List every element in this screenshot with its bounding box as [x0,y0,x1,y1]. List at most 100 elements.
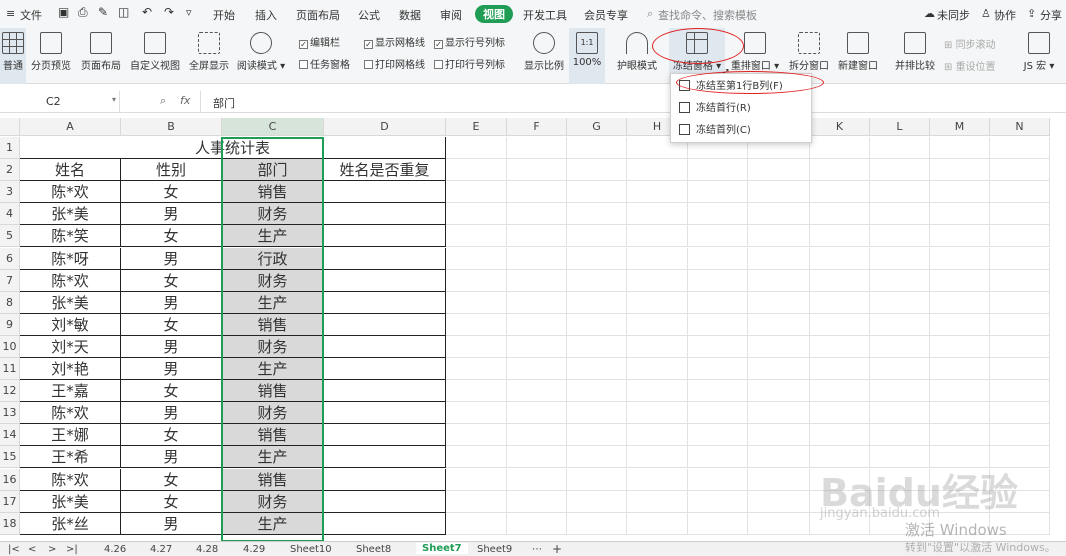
table-cell[interactable]: 女 [121,468,222,491]
table-cell[interactable]: 男 [121,203,222,226]
row-header[interactable]: 14 [0,424,20,447]
reading-mode-button[interactable]: 阅读模式 ▾ [234,28,288,84]
table-cell[interactable]: 销售 [222,181,324,204]
table-cell[interactable]: 生产 [222,512,324,535]
empty-cell[interactable] [446,137,507,160]
menu-file[interactable]: 文件 [20,7,42,23]
page-layout-view-button[interactable]: 页面布局 [78,28,124,84]
table-cell[interactable]: 销售 [222,424,324,447]
table-cell[interactable] [324,446,446,469]
tab-data[interactable]: 数据 [399,7,421,23]
sheet-tab[interactable]: 4.26 [104,544,126,555]
row-header[interactable]: 11 [0,358,20,381]
empty-cell[interactable] [507,512,567,535]
last-sheet-icon[interactable]: >| [66,544,78,555]
table-cell[interactable]: 男 [121,512,222,535]
empty-cell[interactable] [990,225,1050,248]
share-button[interactable]: 分享 [1040,7,1062,23]
table-cell[interactable]: 男 [121,335,222,358]
empty-cell[interactable] [567,181,627,204]
table-cell[interactable] [324,203,446,226]
empty-cell[interactable] [748,247,810,270]
format-painter-icon[interactable]: ✎ [98,5,108,19]
row-header[interactable]: 5 [0,225,20,248]
function-icon[interactable]: fx [180,94,190,107]
column-header[interactable]: E [446,118,507,136]
table-cell[interactable] [324,291,446,314]
empty-cell[interactable] [688,490,748,513]
sheet-tab[interactable]: Sheet8 [356,544,391,555]
empty-cell[interactable] [627,402,688,425]
empty-cell[interactable] [870,335,930,358]
empty-cell[interactable] [870,424,930,447]
table-cell[interactable]: 刘*敏 [20,313,121,336]
js-macro-button[interactable]: JS 宏 ▾ [1016,28,1062,84]
check-formula-bar[interactable]: ✓ 编辑栏 [299,34,340,49]
table-cell[interactable]: 生产 [222,291,324,314]
tab-formulas[interactable]: 公式 [358,7,380,23]
empty-cell[interactable] [870,159,930,182]
table-cell[interactable] [324,380,446,403]
empty-cell[interactable] [627,446,688,469]
table-cell[interactable] [324,181,446,204]
empty-cell[interactable] [990,269,1050,292]
empty-cell[interactable] [627,358,688,381]
empty-cell[interactable] [810,402,870,425]
row-header[interactable]: 13 [0,402,20,425]
empty-cell[interactable] [688,380,748,403]
empty-cell[interactable] [688,225,748,248]
empty-cell[interactable] [930,181,990,204]
empty-cell[interactable] [870,313,930,336]
empty-cell[interactable] [930,291,990,314]
column-header[interactable]: A [20,118,121,136]
table-cell[interactable] [324,468,446,491]
table-cell[interactable] [324,424,446,447]
table-cell[interactable] [324,358,446,381]
name-box[interactable]: C2 ▾ [0,91,120,112]
empty-cell[interactable] [810,181,870,204]
empty-cell[interactable] [446,380,507,403]
tab-developer[interactable]: 开发工具 [523,7,567,23]
empty-cell[interactable] [930,159,990,182]
tab-review[interactable]: 审阅 [440,7,462,23]
empty-cell[interactable] [748,159,810,182]
empty-cell[interactable] [688,446,748,469]
table-cell[interactable] [324,512,446,535]
empty-cell[interactable] [990,402,1050,425]
check-print-headings[interactable]: 打印行号列标 [434,56,505,71]
empty-cell[interactable] [930,335,990,358]
eye-mode-button[interactable]: 护眼模式 [613,28,661,84]
empty-cell[interactable] [748,269,810,292]
table-cell[interactable]: 行政 [222,247,324,270]
empty-cell[interactable] [748,181,810,204]
table-cell[interactable]: 财务 [222,269,324,292]
empty-cell[interactable] [446,269,507,292]
table-cell[interactable]: 生产 [222,446,324,469]
empty-cell[interactable] [446,181,507,204]
empty-cell[interactable] [930,358,990,381]
tab-view[interactable]: 视图 [475,5,513,23]
empty-cell[interactable] [990,137,1050,160]
empty-cell[interactable] [446,291,507,314]
table-cell[interactable]: 王*希 [20,446,121,469]
empty-cell[interactable] [446,159,507,182]
empty-cell[interactable] [507,137,567,160]
table-cell[interactable]: 男 [121,291,222,314]
empty-cell[interactable] [990,291,1050,314]
menu-item-freeze-first-row[interactable]: 冻结首行(R) [679,99,751,119]
empty-cell[interactable] [748,446,810,469]
table-cell[interactable]: 陈*欢 [20,402,121,425]
empty-cell[interactable] [930,225,990,248]
empty-cell[interactable] [748,313,810,336]
table-cell[interactable]: 女 [121,424,222,447]
empty-cell[interactable] [748,291,810,314]
empty-cell[interactable] [446,225,507,248]
undo-icon[interactable]: ↶ [142,5,152,19]
empty-cell[interactable] [870,181,930,204]
empty-cell[interactable] [870,291,930,314]
table-cell[interactable]: 女 [121,225,222,248]
custom-view-button[interactable]: 自定义视图 [128,28,182,84]
sheet-tab[interactable]: Sheet10 [290,544,332,555]
empty-cell[interactable] [930,380,990,403]
table-cell[interactable]: 陈*欢 [20,468,121,491]
